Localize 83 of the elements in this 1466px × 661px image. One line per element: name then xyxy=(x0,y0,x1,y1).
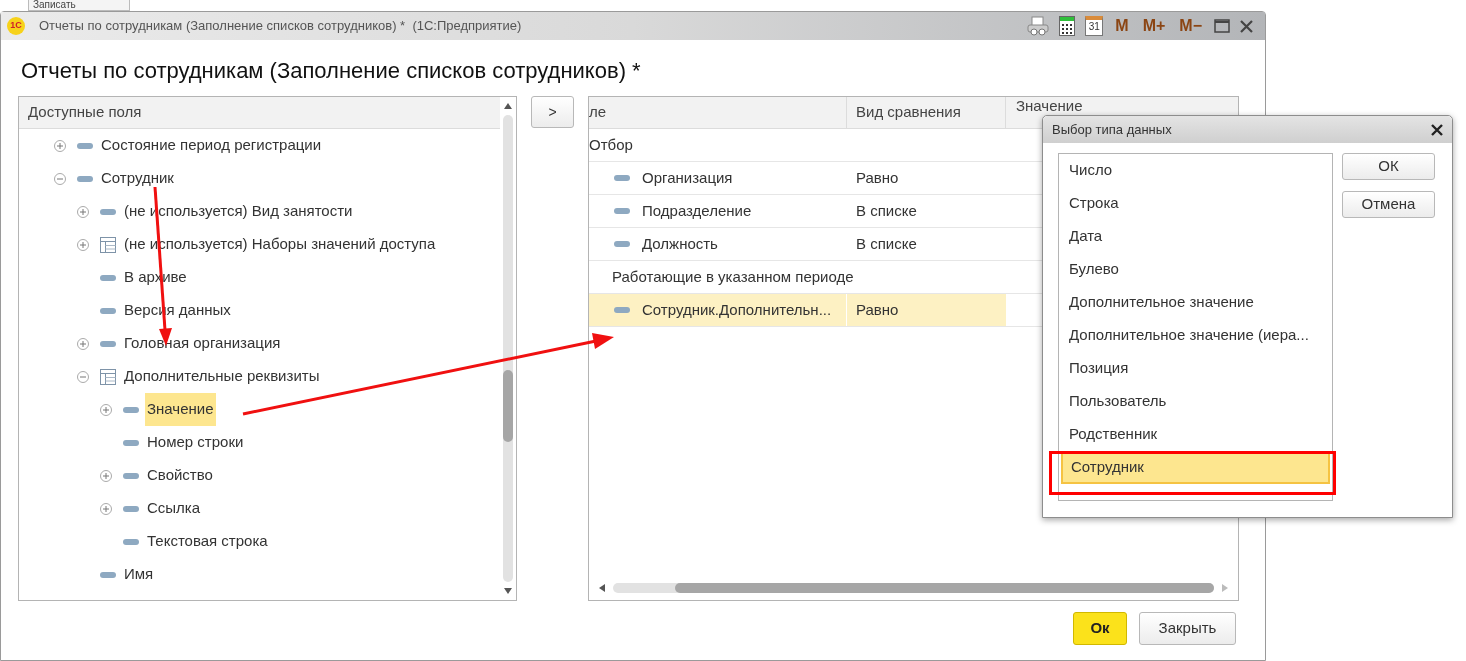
tree-item[interactable]: Ссылка xyxy=(145,492,203,525)
expand-icon[interactable] xyxy=(100,502,112,515)
background-button[interactable]: Записать xyxy=(28,0,130,11)
scrollbar-thumb[interactable] xyxy=(503,370,513,442)
field-icon xyxy=(100,208,116,215)
column-header: ле xyxy=(589,97,847,128)
column-header: Доступные поля xyxy=(19,97,500,129)
type-list-item[interactable]: Дополнительное значение xyxy=(1059,286,1332,319)
expand-icon[interactable] xyxy=(100,403,112,416)
comparison-label: Равно xyxy=(855,299,899,320)
column-header: Значение xyxy=(1015,97,1084,116)
tree-item[interactable]: Состояние период регистрации xyxy=(99,129,324,162)
add-field-button[interactable]: > xyxy=(531,96,574,128)
close-button[interactable]: Закрыть xyxy=(1139,612,1236,645)
calendar-icon[interactable]: 31 xyxy=(1085,16,1104,36)
type-list-item[interactable]: Родственник xyxy=(1059,418,1332,451)
field-icon xyxy=(123,505,139,512)
memory-button[interactable]: M− xyxy=(1177,14,1204,38)
form-heading: Отчеты по сотрудникам (Заполнение списков сотрудников) * xyxy=(20,57,642,85)
scrollbar-thumb[interactable] xyxy=(675,583,1214,593)
type-list-item[interactable]: Дополнительное значение (иера... xyxy=(1059,319,1332,352)
tree-item[interactable]: Имя xyxy=(122,558,156,591)
close-icon[interactable] xyxy=(1431,123,1443,136)
window-title: Отчеты по сотрудникам (Заполнение списков сотрудников) * (1С:Предприятие) xyxy=(39,17,522,36)
memory-button[interactable]: M xyxy=(1113,14,1131,38)
tree-item[interactable]: Значение xyxy=(145,393,216,426)
ok-button[interactable]: Ок xyxy=(1073,612,1127,645)
ok-button[interactable]: ОК xyxy=(1342,153,1435,180)
comparison-label: В списке xyxy=(855,233,917,254)
field-icon xyxy=(123,406,139,413)
filter-field-label: Организация xyxy=(642,167,733,188)
type-list-item[interactable]: Число xyxy=(1059,154,1332,187)
field-icon xyxy=(614,307,630,313)
tree-item[interactable]: Головная организация xyxy=(122,327,283,360)
field-icon xyxy=(100,571,116,578)
scroll-down-icon[interactable] xyxy=(504,588,512,594)
maximize-icon[interactable] xyxy=(1214,19,1230,33)
tree-item[interactable]: Свойство xyxy=(145,459,215,492)
memory-button[interactable]: M+ xyxy=(1140,14,1168,38)
expand-icon[interactable] xyxy=(100,469,112,482)
expand-icon[interactable] xyxy=(77,337,89,350)
field-icon xyxy=(123,472,139,479)
type-list-item[interactable]: Булево xyxy=(1059,253,1332,286)
table-icon xyxy=(100,368,116,385)
field-icon xyxy=(100,307,116,314)
table-row[interactable]: Сотрудник.Дополнительн... Равно xyxy=(589,294,1006,326)
calculator-icon[interactable] xyxy=(1059,16,1076,36)
field-icon xyxy=(614,175,630,181)
collapse-icon[interactable] xyxy=(77,370,89,383)
app-logo: 1С xyxy=(7,17,25,35)
collapse-icon[interactable] xyxy=(54,172,66,185)
expand-icon[interactable] xyxy=(77,238,89,251)
scroll-left-icon[interactable] xyxy=(599,584,605,592)
tree-item[interactable]: Дополнительные реквизиты xyxy=(122,360,322,393)
type-list-item[interactable]: Дата xyxy=(1059,220,1332,253)
type-list-item[interactable]: Позиция xyxy=(1059,352,1332,385)
field-icon xyxy=(77,175,93,182)
field-icon xyxy=(614,241,630,247)
type-list-item[interactable]: Строка xyxy=(1059,187,1332,220)
scroll-right-icon[interactable] xyxy=(1222,584,1228,592)
tree-item[interactable]: Номер строки xyxy=(145,426,246,459)
expand-icon[interactable] xyxy=(77,205,89,218)
filter-field-label: Подразделение xyxy=(642,200,752,221)
print-preview-icon[interactable] xyxy=(1027,16,1050,36)
type-list-item[interactable]: Пользователь xyxy=(1059,385,1332,418)
field-icon xyxy=(123,538,139,545)
filter-field-label: Сотрудник.Дополнительн... xyxy=(642,299,832,320)
dialog-title: Выбор типа данных xyxy=(1052,120,1172,139)
field-icon xyxy=(100,274,116,281)
filter-field-label: Должность xyxy=(642,233,718,254)
field-icon xyxy=(123,439,139,446)
field-icon xyxy=(77,142,93,149)
table-icon xyxy=(100,236,116,253)
cancel-button[interactable]: Отмена xyxy=(1342,191,1435,218)
comparison-label: В списке xyxy=(855,200,917,221)
column-header: Вид сравнения xyxy=(847,97,1006,128)
tree-item[interactable]: Сотрудник xyxy=(99,162,176,195)
scroll-up-icon[interactable] xyxy=(504,103,512,109)
tree-item[interactable]: Текстовая строка xyxy=(145,525,270,558)
expand-icon[interactable] xyxy=(54,139,66,152)
field-icon xyxy=(100,340,116,347)
comparison-label: Равно xyxy=(855,167,899,188)
field-icon xyxy=(614,208,630,214)
